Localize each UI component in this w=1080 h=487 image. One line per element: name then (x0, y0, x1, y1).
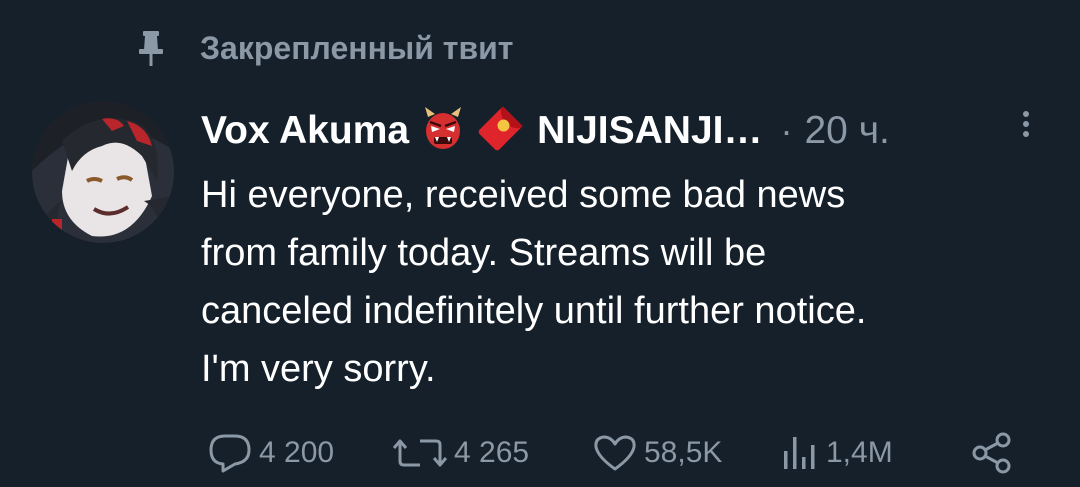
retweet-button[interactable]: 4 265 (392, 428, 529, 478)
share-icon (972, 432, 1011, 474)
views-button[interactable]: 1,4M (780, 428, 893, 478)
avatar[interactable] (32, 101, 174, 243)
tweet-text: Hi everyone, received some bad news from… (201, 166, 1061, 398)
like-count: 58,5K (644, 436, 723, 469)
views-chart-icon (784, 437, 815, 469)
tweet-header: Vox Akuma NIJISANJI… · 20 ч. (201, 105, 890, 157)
pinned-tweet-label: Закрепленный твит (136, 26, 513, 70)
tweet-text-line: canceled indefinitely until further noti… (201, 290, 867, 332)
tweet-actions: 4 200 4 265 58,5K 1,4M (0, 428, 1080, 478)
author-handle[interactable]: NIJISANJI… (537, 109, 762, 153)
retweet-count: 4 265 (454, 436, 530, 469)
more-options-icon[interactable] (1014, 110, 1038, 144)
author-name[interactable]: Vox Akuma (201, 109, 409, 153)
like-button[interactable]: 58,5K (592, 428, 722, 478)
red-envelope-icon (477, 105, 523, 157)
oni-mask-icon (423, 106, 463, 156)
reply-icon (209, 434, 251, 473)
tweet-text-line: from family today. Streams will be (201, 232, 767, 274)
reply-button[interactable]: 4 200 (207, 428, 334, 478)
share-button[interactable] (970, 428, 1014, 478)
pinned-label-text: Закрепленный твит (200, 29, 514, 66)
retweet-icon (392, 439, 448, 467)
header-separator: · (780, 110, 793, 151)
reply-count: 4 200 (259, 436, 335, 469)
heart-icon (594, 435, 636, 471)
pin-icon (139, 31, 163, 66)
tweet-text-line: I'm very sorry. (201, 348, 436, 390)
tweet-time[interactable]: 20 ч. (804, 109, 889, 153)
avatar-image (32, 101, 174, 243)
views-count: 1,4M (826, 436, 893, 469)
tweet-text-line: Hi everyone, received some bad news (201, 174, 846, 216)
